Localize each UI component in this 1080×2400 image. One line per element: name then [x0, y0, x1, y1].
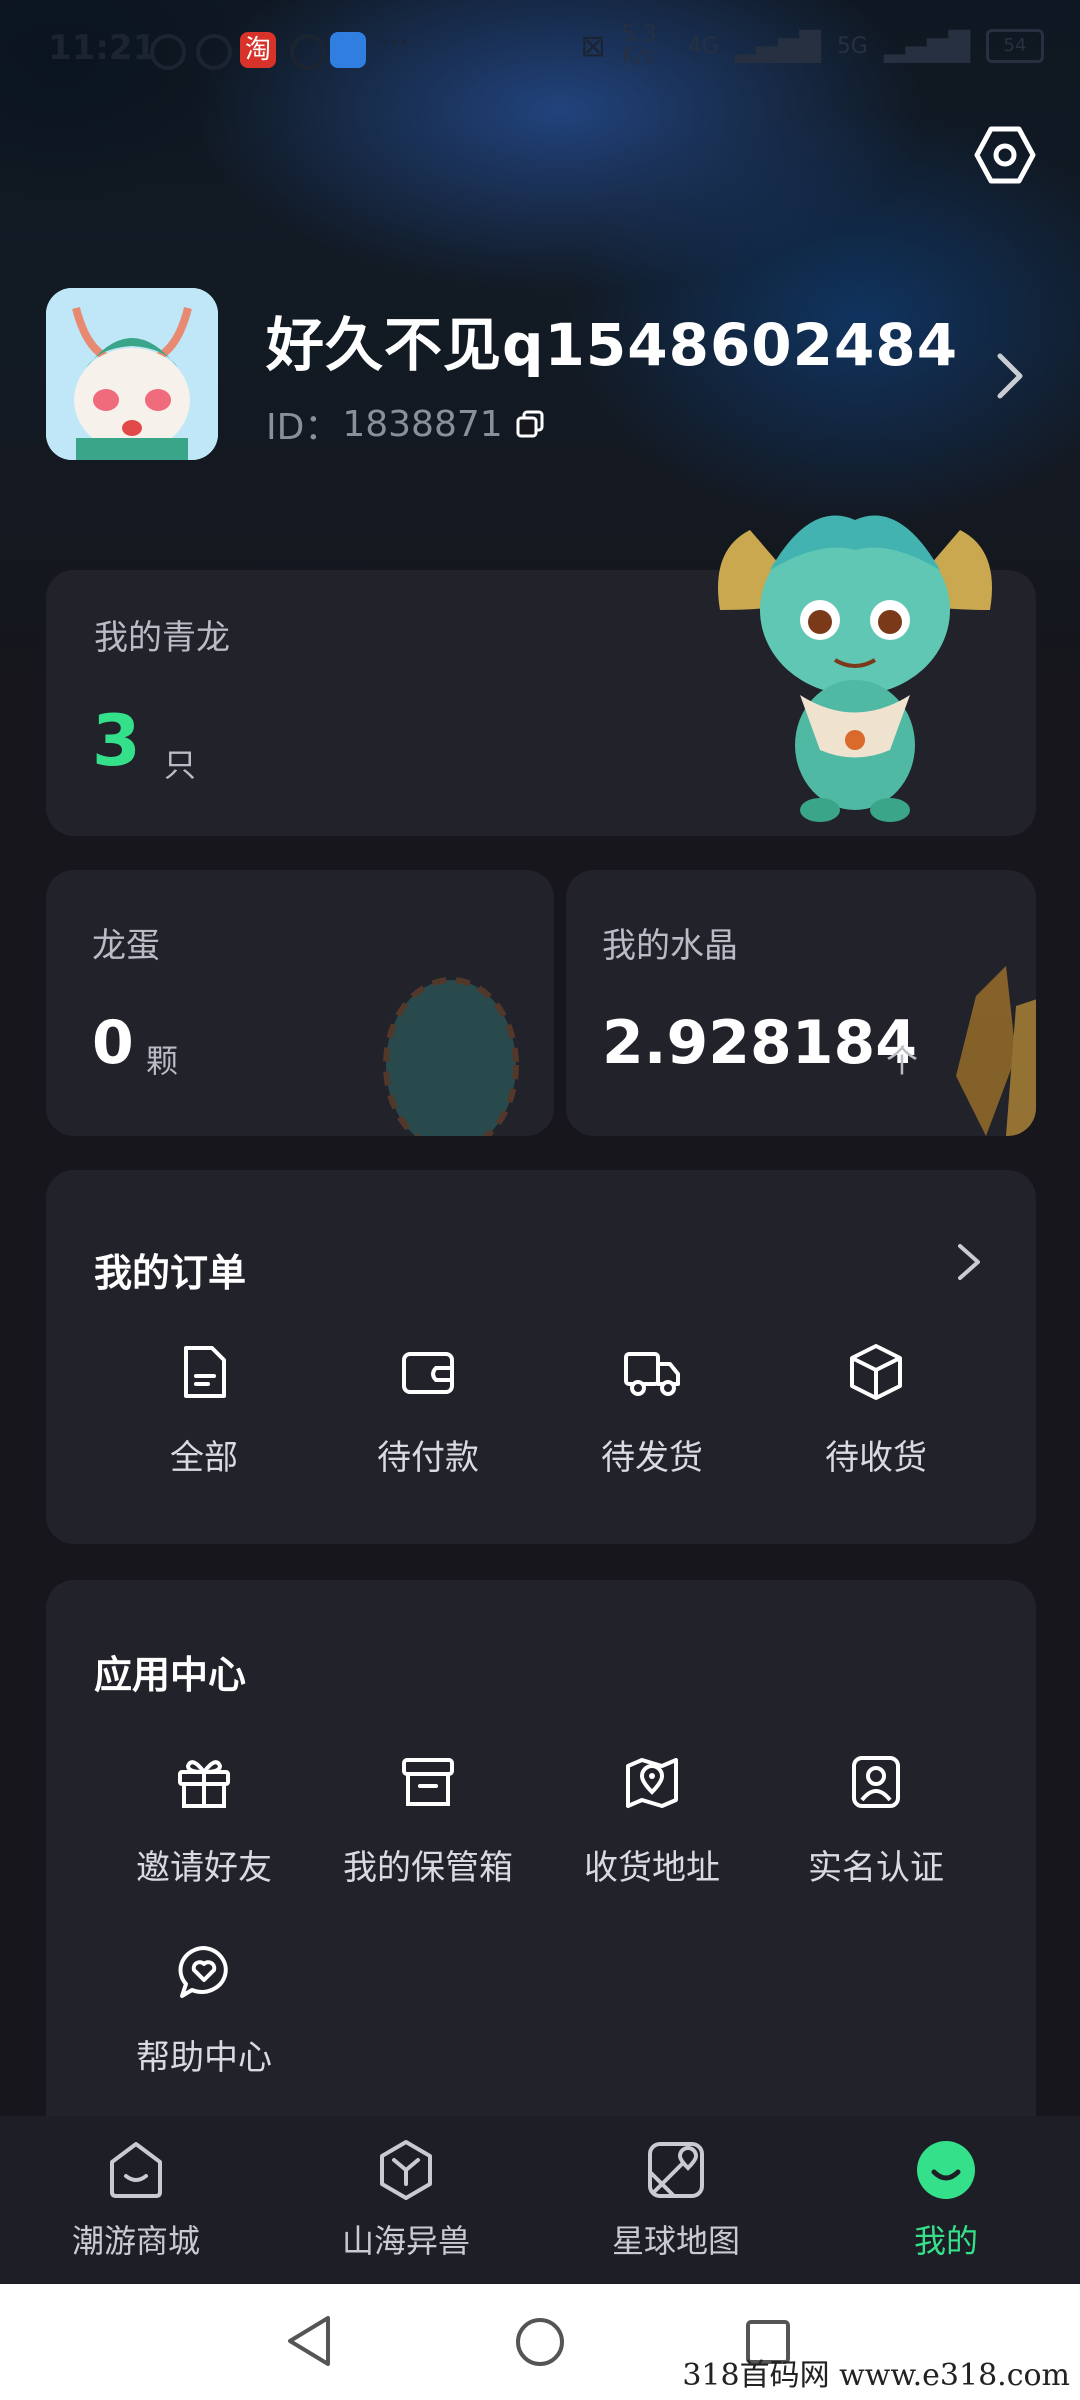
- system-nav-bar: 318首码网 www.e318.com: [0, 2284, 1080, 2400]
- video-app-icon: [150, 34, 186, 70]
- shipping-address-label: 收货地址: [584, 1848, 720, 1888]
- user-id-label: ID：: [266, 407, 341, 448]
- order-all-button[interactable]: 全部: [104, 1342, 304, 1479]
- chat-heart-icon: [178, 1946, 228, 1998]
- real-name-verification-label: 实名认证: [808, 1848, 944, 1888]
- nav-shop-label: 潮游商城: [71, 2222, 200, 2260]
- dragon-eggs-card[interactable]: 龙蛋 0 颗: [46, 870, 554, 1136]
- orders-chevron-right-icon[interactable]: [954, 1240, 984, 1284]
- dragon-avatar-icon: [46, 288, 218, 460]
- shipping-address-button[interactable]: 收货地址: [552, 1752, 752, 1889]
- username: 好久不见q1548602484: [266, 311, 959, 379]
- dragon-eggs-unit: 颗: [146, 1042, 179, 1080]
- my-safebox-label: 我的保管箱: [343, 1848, 513, 1888]
- order-pending-receipt-button[interactable]: 待收货: [776, 1342, 976, 1479]
- back-triangle-icon[interactable]: [284, 2314, 334, 2368]
- nav-beasts[interactable]: 山海异兽: [306, 2138, 506, 2262]
- my-safebox-button[interactable]: 我的保管箱: [328, 1752, 528, 1889]
- net-speed: 5.3 K/s: [621, 22, 657, 69]
- dragon-mascot-image: [718, 515, 992, 822]
- bottom-nav: 潮游商城 山海异兽 星球地图 我的: [0, 2116, 1080, 2284]
- signal-4g: 4G: [687, 33, 719, 59]
- crystals-unit: 个: [886, 1042, 919, 1080]
- my-dragons-label: 我的青龙: [94, 618, 230, 658]
- copy-icon[interactable]: [515, 409, 545, 439]
- more-notifications-icon: ···: [380, 26, 409, 61]
- crystals-card[interactable]: 我的水晶 2.928184 个: [566, 870, 1036, 1136]
- video-app-icon-2: [196, 34, 232, 70]
- invite-friends-label: 邀请好友: [136, 1848, 272, 1888]
- my-dragons-unit: 只: [164, 746, 197, 784]
- profile-chevron-right-icon[interactable]: [990, 350, 1030, 402]
- my-orders-title: 我的订单: [94, 1251, 247, 1295]
- order-pending-shipment-button[interactable]: 待发货: [552, 1342, 752, 1479]
- dragon-egg-image: [383, 977, 519, 1136]
- shop-icon: [110, 2142, 162, 2198]
- dragon-eggs-count: 0: [92, 1008, 134, 1078]
- store-app-icon: [330, 32, 366, 68]
- crystals-count: 2.928184: [602, 1008, 918, 1078]
- order-pending-payment-button[interactable]: 待付款: [328, 1342, 528, 1479]
- archive-icon: [402, 1758, 454, 1806]
- order-all-label: 全部: [170, 1438, 238, 1478]
- wallet-icon: [402, 1352, 454, 1394]
- help-center-label: 帮助中心: [136, 2038, 272, 2078]
- app-center-card: 应用中心 邀请好友 我的保管箱 收货地址 实名认证 帮助中心: [46, 1580, 1036, 2180]
- user-id-value: 1838871: [342, 403, 503, 445]
- id-card-icon: [852, 1756, 900, 1808]
- nav-shop[interactable]: 潮游商城: [36, 2138, 236, 2262]
- status-right: ⊠ 5.3 K/s 4G ▂▄▆█ 5G ▂▄▆█ 54: [580, 24, 1044, 68]
- video-app-icon-3: [290, 34, 326, 70]
- nav-mine-label: 我的: [913, 2222, 978, 2260]
- battery-indicator: 54: [986, 29, 1044, 63]
- document-icon: [184, 1346, 226, 1398]
- box-icon: [850, 1344, 902, 1400]
- help-center-button[interactable]: 帮助中心: [104, 1942, 304, 2079]
- taobao-app-icon: 淘: [240, 32, 276, 68]
- crystal-image: [956, 966, 1036, 1136]
- nav-beasts-label: 山海异兽: [341, 2222, 470, 2260]
- my-dragons-count: 3: [92, 700, 141, 782]
- dragon-eggs-label: 龙蛋: [92, 926, 160, 966]
- user-id-row: ID： 1838871: [266, 398, 545, 450]
- my-orders-card: 我的订单 全部 待付款 待发货 待收货: [46, 1170, 1036, 1544]
- order-pending-receipt-label: 待收货: [825, 1438, 927, 1478]
- watermark-text: 318首码网 www.e318.com: [682, 2358, 1070, 2393]
- smile-icon: [917, 2141, 975, 2199]
- hexagon-y-icon: [380, 2140, 432, 2200]
- signal-5g: 5G: [836, 33, 868, 59]
- app-center-title: 应用中心: [94, 1653, 247, 1697]
- settings-hexagon-icon: [974, 126, 1036, 184]
- crystals-label: 我的水晶: [602, 926, 738, 966]
- order-pending-shipment-label: 待发货: [601, 1438, 703, 1478]
- signal-bars-icon-2: ▂▄▆█: [883, 29, 970, 63]
- nav-map[interactable]: 星球地图: [576, 2138, 776, 2262]
- map-pin-icon: [626, 1758, 678, 1808]
- status-time: 11:21: [48, 28, 157, 68]
- signal-bars-icon: ▂▄▆█: [734, 29, 821, 63]
- invite-friends-button[interactable]: 邀请好友: [104, 1752, 304, 1889]
- gift-icon: [178, 1760, 230, 1808]
- nav-map-label: 星球地图: [611, 2222, 740, 2260]
- real-name-verification-button[interactable]: 实名认证: [776, 1752, 976, 1889]
- truck-icon: [624, 1352, 680, 1396]
- map-icon: [648, 2142, 704, 2198]
- status-bar: 11:21 淘 ··· ⊠ 5.3 K/s 4G ▂▄▆█ 5G ▂▄▆█ 54: [0, 0, 1080, 100]
- nav-mine[interactable]: 我的: [846, 2138, 1046, 2262]
- avatar[interactable]: [46, 288, 218, 460]
- nfc-icon: ⊠: [580, 28, 606, 64]
- order-pending-payment-label: 待付款: [377, 1438, 479, 1478]
- home-circle-icon[interactable]: [514, 2316, 566, 2368]
- settings-button[interactable]: [970, 120, 1040, 190]
